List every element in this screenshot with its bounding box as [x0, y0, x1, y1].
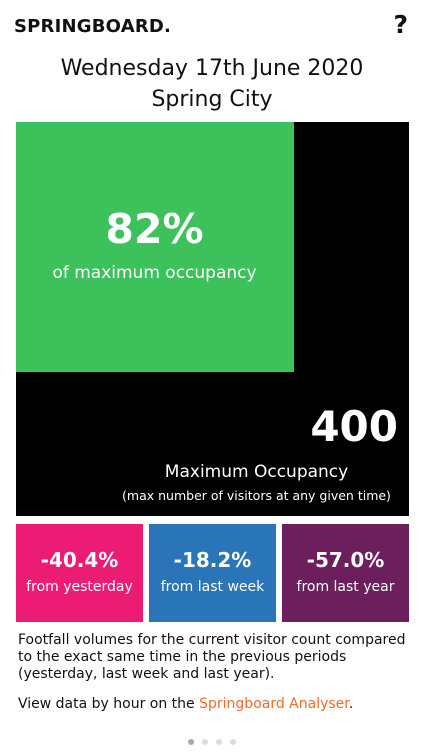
- help-button[interactable]: ?: [393, 10, 408, 39]
- page-indicator: [0, 730, 424, 749]
- max-occupancy-value: 400: [310, 402, 398, 451]
- analyser-prefix: View data by hour on the: [18, 696, 200, 712]
- occupancy-percent-caption: of maximum occupancy: [52, 263, 257, 283]
- location-heading: Spring City: [151, 87, 273, 112]
- comparison-label: from last year: [296, 579, 395, 595]
- brand-logo: SPRINGBOARD.: [14, 16, 172, 37]
- max-occupancy-subcaption: (max number of visitors at any given tim…: [122, 488, 391, 503]
- top-bar: SPRINGBOARD. ?: [0, 0, 424, 52]
- comparison-value: -18.2%: [173, 548, 252, 572]
- occupancy-panel: [16, 122, 409, 516]
- footfall-explanation: Footfall volumes for the current visitor…: [18, 632, 406, 682]
- comparison-value: -40.4%: [40, 548, 119, 572]
- page-dot[interactable]: [202, 739, 208, 745]
- occupancy-percent: 82%: [105, 205, 204, 253]
- comparison-cards: -40.4% from yesterday -18.2% from last w…: [16, 524, 409, 622]
- analyser-suffix: .: [348, 696, 354, 712]
- comparison-value: -57.0%: [306, 548, 385, 572]
- analyser-line: View data by hour on the Springboard Ana…: [18, 696, 408, 712]
- comparison-label: from yesterday: [26, 579, 133, 595]
- comparison-card-yesterday: -40.4% from yesterday: [16, 524, 143, 622]
- comparison-card-last-week: -18.2% from last week: [149, 524, 276, 622]
- date-heading: Wednesday 17th June 2020: [60, 56, 364, 81]
- max-occupancy-caption: Maximum Occupancy: [164, 462, 349, 482]
- page-dot[interactable]: [188, 739, 194, 745]
- comparison-label: from last week: [160, 579, 265, 595]
- page-dot[interactable]: [230, 739, 236, 745]
- springboard-analyser-link[interactable]: Springboard Analyser: [199, 696, 349, 712]
- page-dot[interactable]: [216, 739, 222, 745]
- comparison-card-last-year: -57.0% from last year: [282, 524, 409, 622]
